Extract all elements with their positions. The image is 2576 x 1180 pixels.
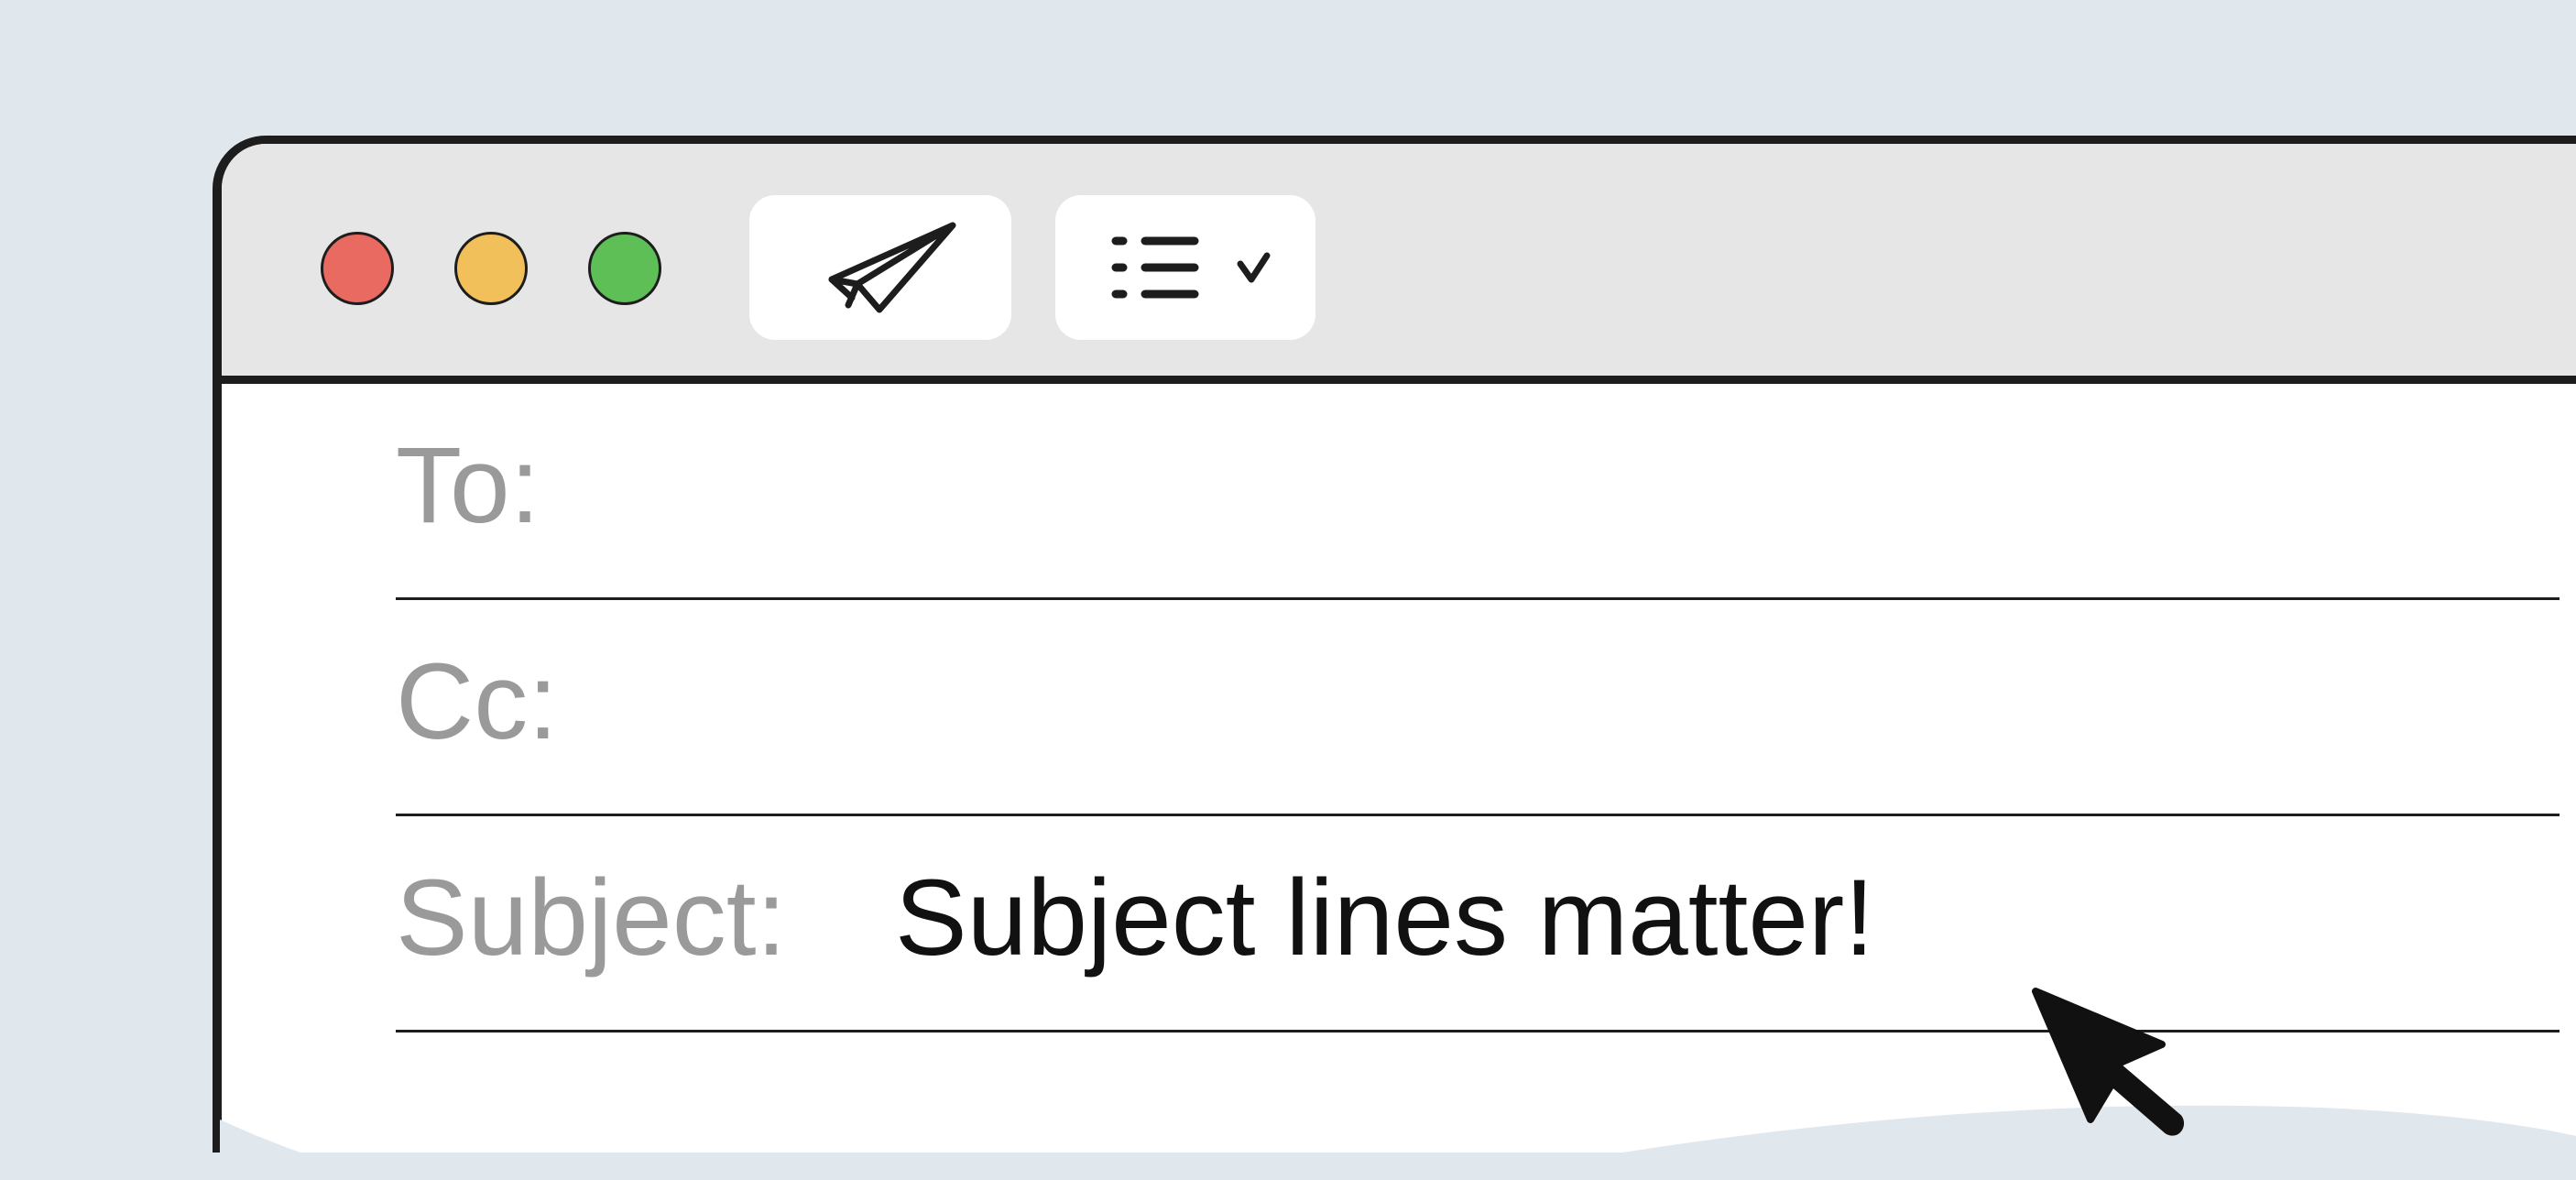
- illustration-scene: To: Cc: Subject: Subject lines matter!: [0, 0, 2576, 1180]
- mouse-pointer-icon: [2032, 988, 2185, 1136]
